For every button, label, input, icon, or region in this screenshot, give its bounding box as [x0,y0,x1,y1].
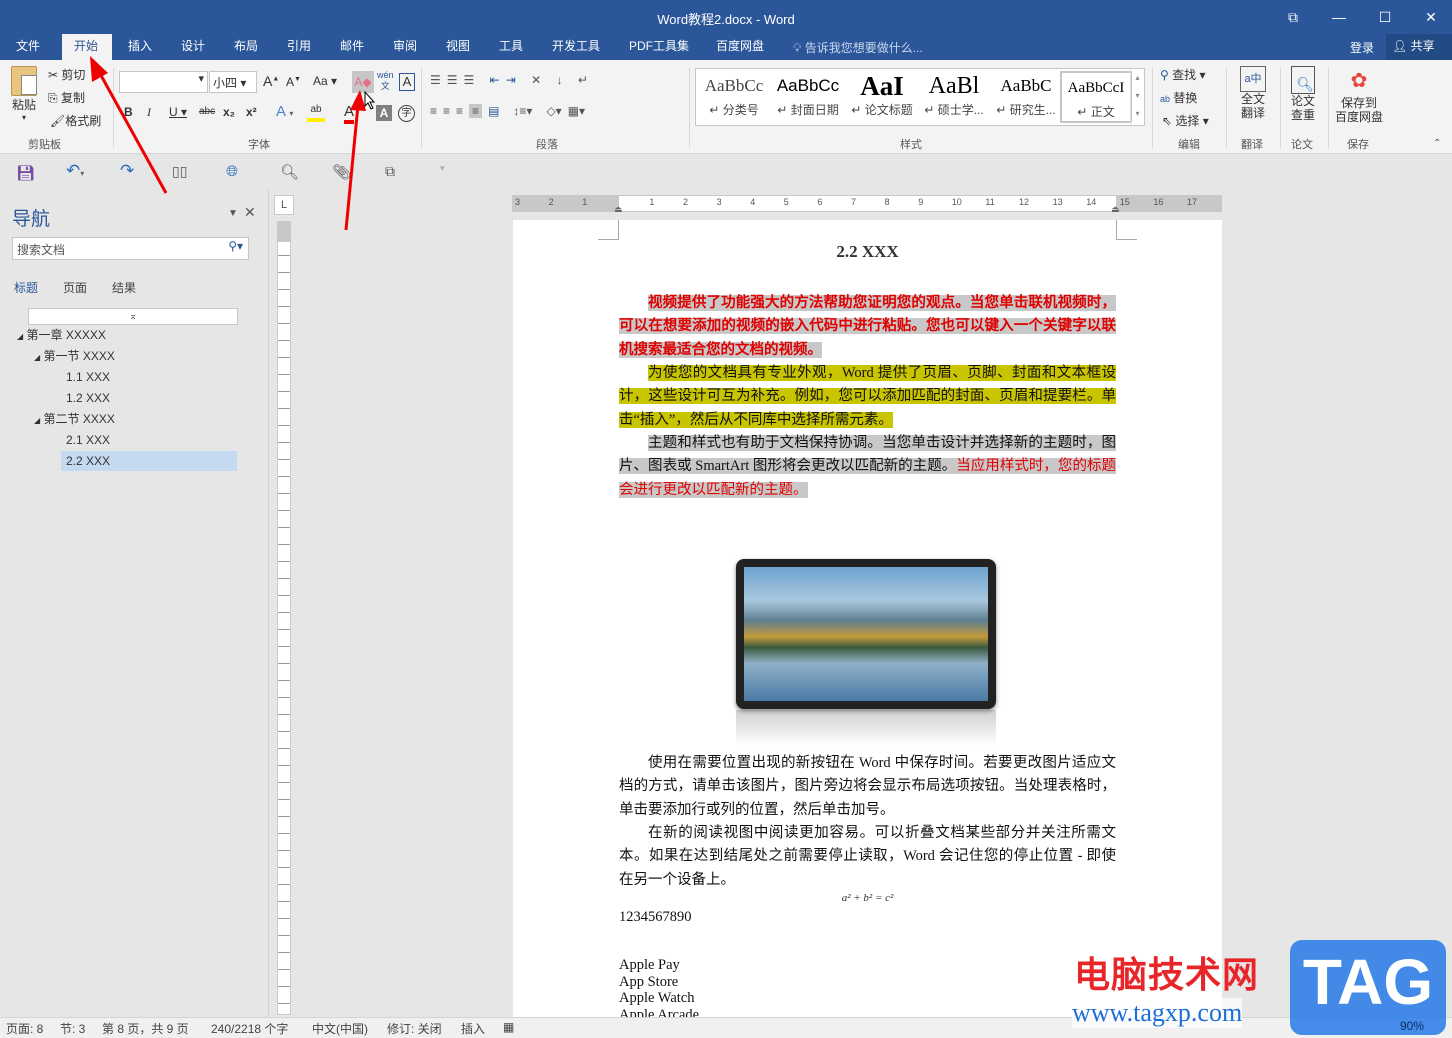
status-word-count[interactable]: 240/2218 个字 [211,1020,288,1037]
watermark-url: www.tagxp.com [1072,998,1243,1028]
status-track-changes[interactable]: 修订: 关闭 [387,1020,442,1037]
status-insert-mode[interactable]: 插入 [461,1020,485,1037]
arrow-to-clear-format [344,104,360,231]
watermark-cn: 电脑技术网 [1074,954,1260,995]
status-section[interactable]: 节: 3 [60,1020,85,1037]
status-language[interactable]: 中文(中国) [312,1020,368,1037]
macro-icon[interactable]: ▦ [503,1020,514,1034]
annotation-arrows [90,56,376,231]
arrowhead [90,56,108,82]
status-page[interactable]: 页面: 8 [6,1020,43,1037]
mouse-cursor-icon [364,90,376,110]
watermark: 电脑技术网 www.tagxp.com TAG [1062,940,1452,1038]
zoom-level[interactable]: 90% [1400,1019,1424,1033]
status-pages[interactable]: 第 8 页，共 9 页 [102,1020,189,1037]
arrowhead [350,90,366,111]
arrow-to-home-tab [96,69,168,194]
